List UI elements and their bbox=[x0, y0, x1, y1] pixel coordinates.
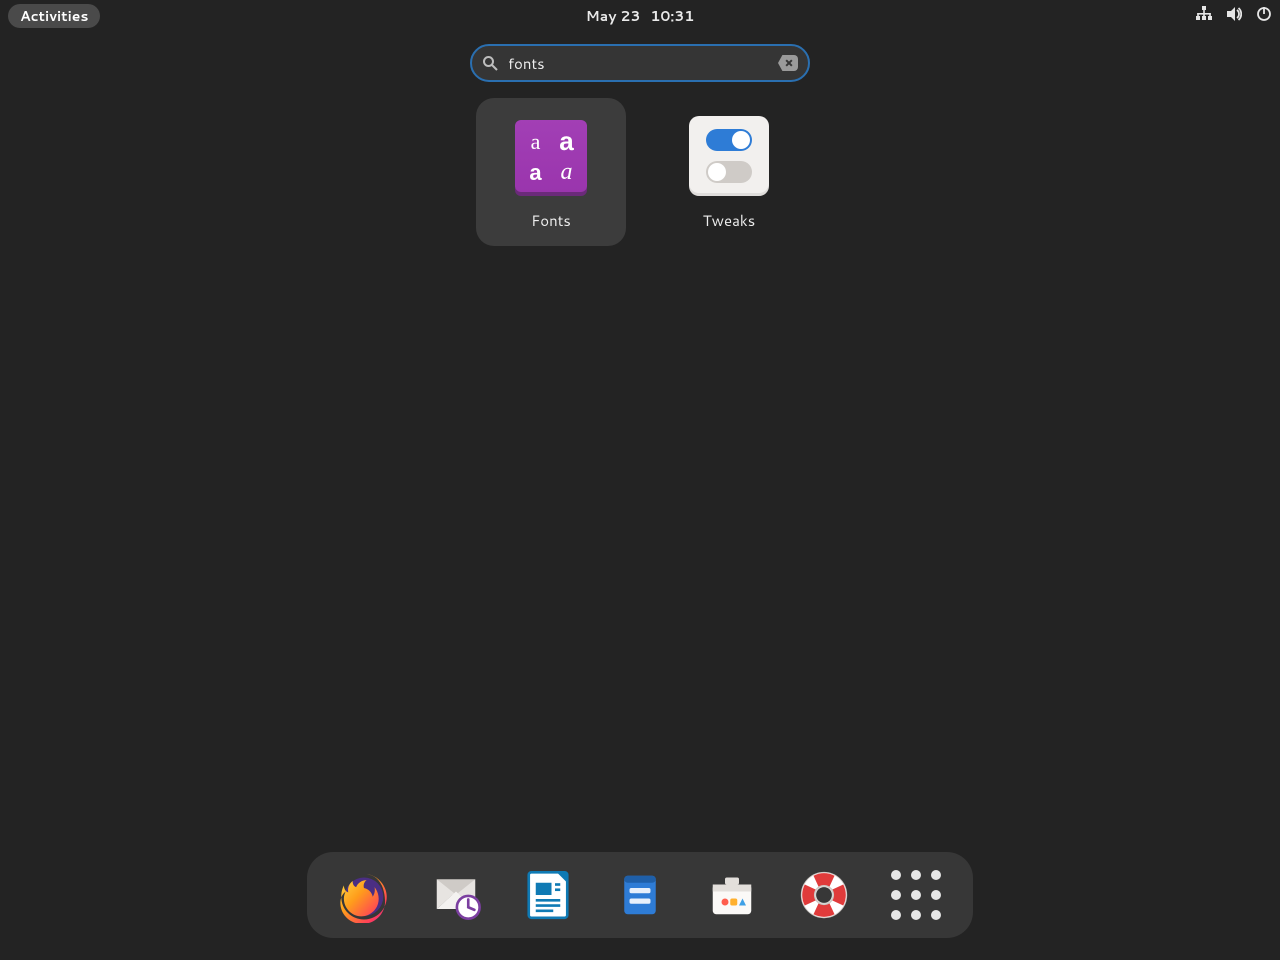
tweaks-icon bbox=[689, 116, 769, 196]
clock-date: May 23 bbox=[586, 6, 641, 26]
activities-button[interactable]: Activities bbox=[8, 4, 100, 28]
fonts-icon: aa aa bbox=[511, 116, 591, 196]
dock-app-mail[interactable] bbox=[425, 864, 487, 926]
result-label: Tweaks bbox=[703, 210, 755, 231]
dock-app-libreoffice[interactable] bbox=[517, 864, 579, 926]
network-icon bbox=[1196, 6, 1212, 27]
volume-icon bbox=[1226, 6, 1242, 27]
topbar: Activities May 23 10:31 bbox=[0, 0, 1280, 32]
search-input[interactable] bbox=[508, 53, 768, 74]
mail-calendar-icon bbox=[428, 867, 484, 923]
clock-time: 10:31 bbox=[650, 6, 694, 26]
files-icon bbox=[612, 867, 668, 923]
search-icon bbox=[482, 55, 498, 71]
clear-search-icon[interactable] bbox=[778, 55, 798, 71]
dock-app-firefox[interactable] bbox=[333, 864, 395, 926]
libreoffice-writer-icon bbox=[520, 867, 576, 923]
system-status-area[interactable] bbox=[1196, 6, 1272, 27]
search-field[interactable] bbox=[470, 44, 810, 82]
dock-show-applications[interactable] bbox=[885, 864, 947, 926]
result-tweaks[interactable]: Tweaks bbox=[654, 98, 804, 246]
result-label: Fonts bbox=[531, 210, 571, 231]
result-fonts[interactable]: aa aa Fonts bbox=[476, 98, 626, 246]
dock-app-software[interactable] bbox=[701, 864, 763, 926]
software-store-icon bbox=[704, 867, 760, 923]
clock[interactable]: May 23 10:31 bbox=[586, 6, 695, 26]
search-results: aa aa Fonts Tweaks bbox=[476, 98, 804, 246]
dock-app-help[interactable] bbox=[793, 864, 855, 926]
power-icon bbox=[1256, 6, 1272, 27]
help-lifering-icon bbox=[796, 867, 852, 923]
dock-app-files[interactable] bbox=[609, 864, 671, 926]
dash bbox=[307, 852, 973, 938]
apps-grid-icon bbox=[891, 870, 941, 920]
firefox-icon bbox=[336, 867, 392, 923]
overview-search bbox=[470, 44, 810, 82]
